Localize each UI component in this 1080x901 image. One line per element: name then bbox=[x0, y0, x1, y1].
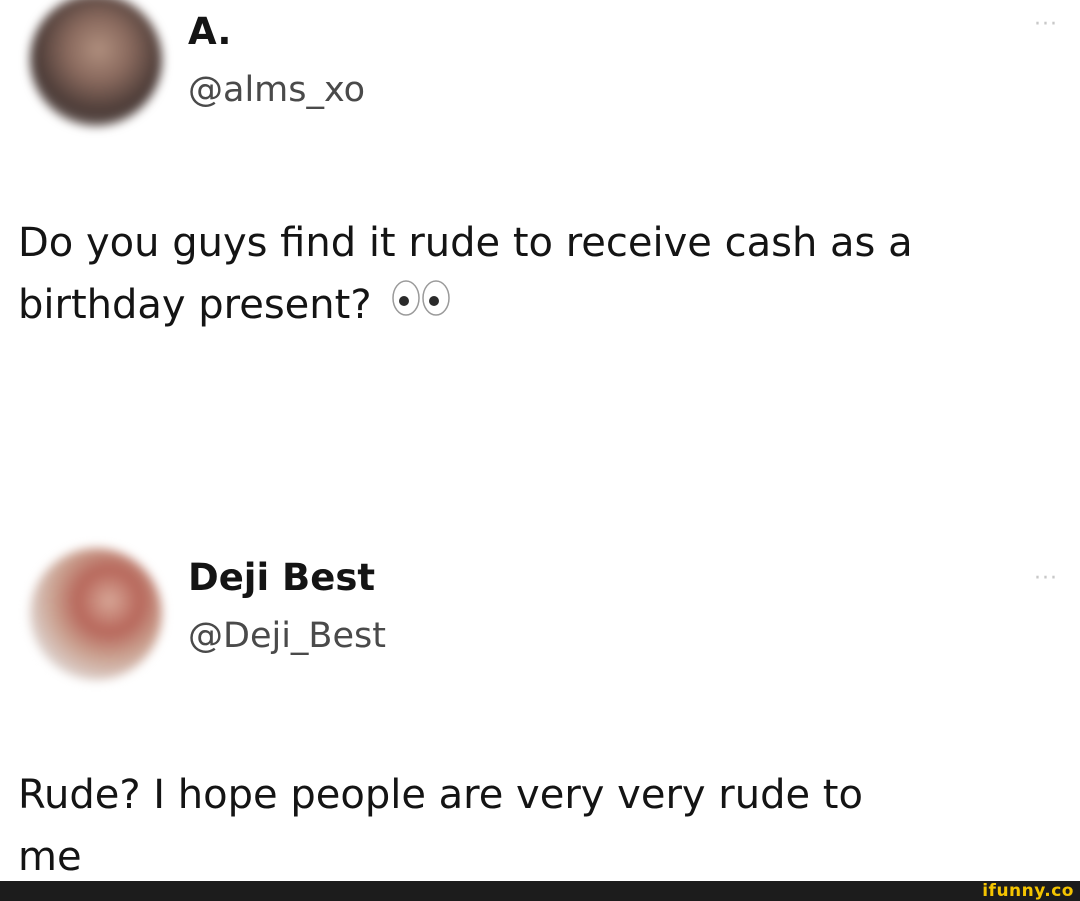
ifunny-watermark: ifunny.co bbox=[982, 881, 1074, 901]
watermark-bar: ifunny.co bbox=[0, 881, 1080, 901]
display-name[interactable]: Deji Best bbox=[188, 556, 375, 599]
more-options-icon[interactable]: ··· bbox=[1034, 566, 1058, 591]
tweet-text-clip: Rude? I hope people are very very rude t… bbox=[0, 760, 1080, 880]
avatar[interactable] bbox=[30, 548, 162, 680]
tweet-text-line: Rude? I hope people are very very rude t… bbox=[18, 772, 863, 818]
tweet-text-line: me bbox=[18, 834, 82, 880]
user-handle[interactable]: @Deji_Best bbox=[188, 616, 386, 656]
tweet-text: Rude? I hope people are very very rude t… bbox=[18, 764, 1048, 880]
tweet-2: Deji Best @Deji_Best ··· Rude? I hope pe… bbox=[0, 0, 1080, 880]
